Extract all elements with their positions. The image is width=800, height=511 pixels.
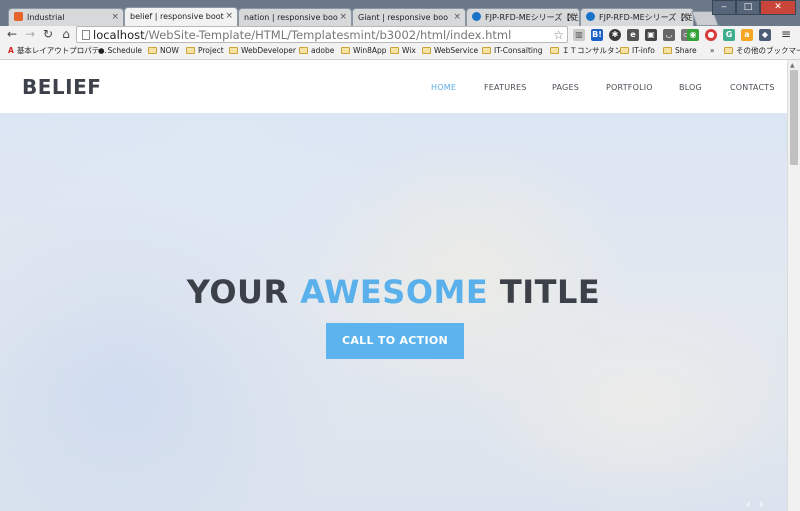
slider-arrows: ‹ › [746, 497, 772, 511]
tab-title: FJP-RFD-MEシリーズ【従来 [485, 13, 580, 22]
folder-icon [422, 47, 431, 54]
hero-section: YOUR AWESOME TITLE CALL TO ACTION ‹ › [0, 113, 787, 511]
close-window-button[interactable]: ✕ [760, 0, 796, 15]
bookmark-item[interactable]: ● Schedule [98, 44, 142, 58]
tab-close-icon[interactable]: × [111, 9, 119, 26]
bookmark-item[interactable]: Win8App [341, 44, 387, 58]
tab-title: nation | responsive boo [244, 13, 338, 22]
hatena-bookmark-icon[interactable]: B! [591, 29, 603, 41]
globe-icon [472, 12, 481, 21]
scroll-thumb[interactable] [790, 70, 798, 165]
site-navbar: BELIEF HOME FEATURES PAGES PORTFOLIO BLO… [0, 60, 787, 113]
nav-portfolio[interactable]: PORTFOLIO [606, 83, 653, 92]
site-logo[interactable]: BELIEF [22, 75, 101, 99]
tab-close-icon[interactable]: × [453, 9, 461, 26]
slider-next-icon[interactable]: › [759, 497, 764, 511]
web-page: BELIEF HOME FEATURES PAGES PORTFOLIO BLO… [0, 60, 787, 511]
adblock-icon[interactable]: ● [705, 29, 717, 41]
bookmark-item[interactable]: adobe [299, 44, 334, 58]
hero-title: YOUR AWESOME TITLE [186, 273, 601, 311]
slider-prev-icon[interactable]: ‹ [746, 497, 751, 511]
tab-giant[interactable]: Giant | responsive boo × [352, 8, 466, 27]
tab-strip: Industrial × belief | responsive boot × … [0, 0, 800, 27]
bookmarks-bar: A 基本レイアウトプロパテ… ● Schedule NOW Project WebD… [0, 44, 800, 60]
minimize-button[interactable]: ‒ [712, 0, 736, 15]
folder-icon [390, 47, 399, 54]
tab-fjp-2[interactable]: FJP-RFD-MEシリーズ【従来 × [580, 8, 694, 27]
downloader-icon[interactable]: ▣ [645, 29, 657, 41]
folder-icon [550, 47, 559, 54]
scroll-up-icon[interactable]: ▲ [790, 62, 795, 69]
folder-icon [620, 47, 629, 54]
nav-contacts[interactable]: CONTACTS [730, 83, 775, 92]
browser-window: Industrial × belief | responsive boot × … [0, 0, 800, 511]
bookmark-item[interactable]: IT-Consalting [482, 44, 543, 58]
folder-icon [663, 47, 672, 54]
tab-title: Industrial [27, 13, 65, 22]
amazon-icon[interactable]: a [741, 29, 753, 41]
tab-close-icon[interactable]: × [339, 9, 347, 26]
gear-extension-icon[interactable]: ✱ [609, 29, 621, 41]
folder-icon [724, 47, 733, 54]
tab-title: FJP-RFD-MEシリーズ【従来 [599, 13, 694, 22]
page-scrollbar[interactable]: ▲ [787, 60, 800, 511]
tab-industrial[interactable]: Industrial × [8, 8, 124, 27]
maximize-button[interactable]: □ [736, 0, 760, 15]
window-controls: ‒ □ ✕ [712, 0, 796, 15]
bookmark-item[interactable]: IT-info [620, 44, 655, 58]
tab-close-icon[interactable]: × [567, 9, 575, 26]
bookmark-item[interactable]: Wix [390, 44, 416, 58]
tab-close-icon[interactable]: × [225, 8, 233, 25]
bookmark-item[interactable]: Project [186, 44, 224, 58]
tab-nation[interactable]: nation | responsive boo × [238, 8, 352, 27]
tab-title: Giant | responsive boo [358, 13, 449, 22]
nav-home[interactable]: HOME [431, 83, 456, 92]
bookmark-item[interactable]: ＩＴコンサルタント [550, 44, 630, 58]
home-icon[interactable]: ⌂ [59, 27, 73, 42]
folder-icon [148, 47, 157, 54]
address-bar[interactable]: localhost/WebSite-Template/HTML/Template… [76, 26, 568, 43]
bookmark-item[interactable]: NOW [148, 44, 179, 58]
bookmark-item[interactable]: WebDeveloper [229, 44, 296, 58]
evernote-icon[interactable]: e [627, 29, 639, 41]
folder-icon [482, 47, 491, 54]
reload-icon[interactable]: ↻ [41, 27, 55, 42]
forward-arrow-icon[interactable]: → [23, 27, 37, 42]
globe-icon [586, 12, 595, 21]
nav-blog[interactable]: BLOG [679, 83, 702, 92]
tab-title: belief | responsive boot [130, 12, 224, 21]
apple-icon: ● [98, 46, 105, 55]
bookmark-item[interactable]: WebService [422, 44, 478, 58]
bookmark-star-icon[interactable]: ☆ [553, 27, 564, 43]
browser-toolbar: ← → ↻ ⌂ localhost/WebSite-Template/HTML/… [0, 26, 800, 44]
nav-pages[interactable]: PAGES [552, 83, 579, 92]
shield-icon[interactable]: ◆ [759, 29, 771, 41]
pocket-icon[interactable]: ◡ [663, 29, 675, 41]
folder-icon [341, 47, 350, 54]
blog-icon [14, 12, 23, 21]
extension-gray-icon[interactable]: ▥ [573, 29, 585, 41]
chrome-menu-icon[interactable]: ≡ [781, 27, 791, 41]
folder-icon [186, 47, 195, 54]
back-arrow-icon[interactable]: ← [5, 27, 19, 42]
folder-icon [229, 47, 238, 54]
tab-fjp-1[interactable]: FJP-RFD-MEシリーズ【従来 × [466, 8, 580, 27]
folder-icon [299, 47, 308, 54]
bookmark-item[interactable]: Share [663, 44, 697, 58]
nav-features[interactable]: FEATURES [484, 83, 527, 92]
other-bookmarks[interactable]: その他のブックマーク [724, 44, 800, 58]
page-info-icon [82, 30, 90, 40]
extension-green-icon[interactable]: G [723, 29, 735, 41]
tab-close-icon[interactable]: × [681, 9, 689, 26]
call-to-action-button[interactable]: CALL TO ACTION [326, 323, 464, 359]
url-text[interactable]: localhost/WebSite-Template/HTML/Template… [93, 27, 511, 43]
feedly-icon[interactable]: ◉ [687, 29, 699, 41]
tab-belief[interactable]: belief | responsive boot × [124, 7, 238, 27]
bookmarks-overflow-button[interactable]: » [710, 44, 715, 58]
bookmark-item[interactable]: A 基本レイアウトプロパテ… [8, 44, 107, 58]
adobe-icon: A [8, 46, 14, 55]
